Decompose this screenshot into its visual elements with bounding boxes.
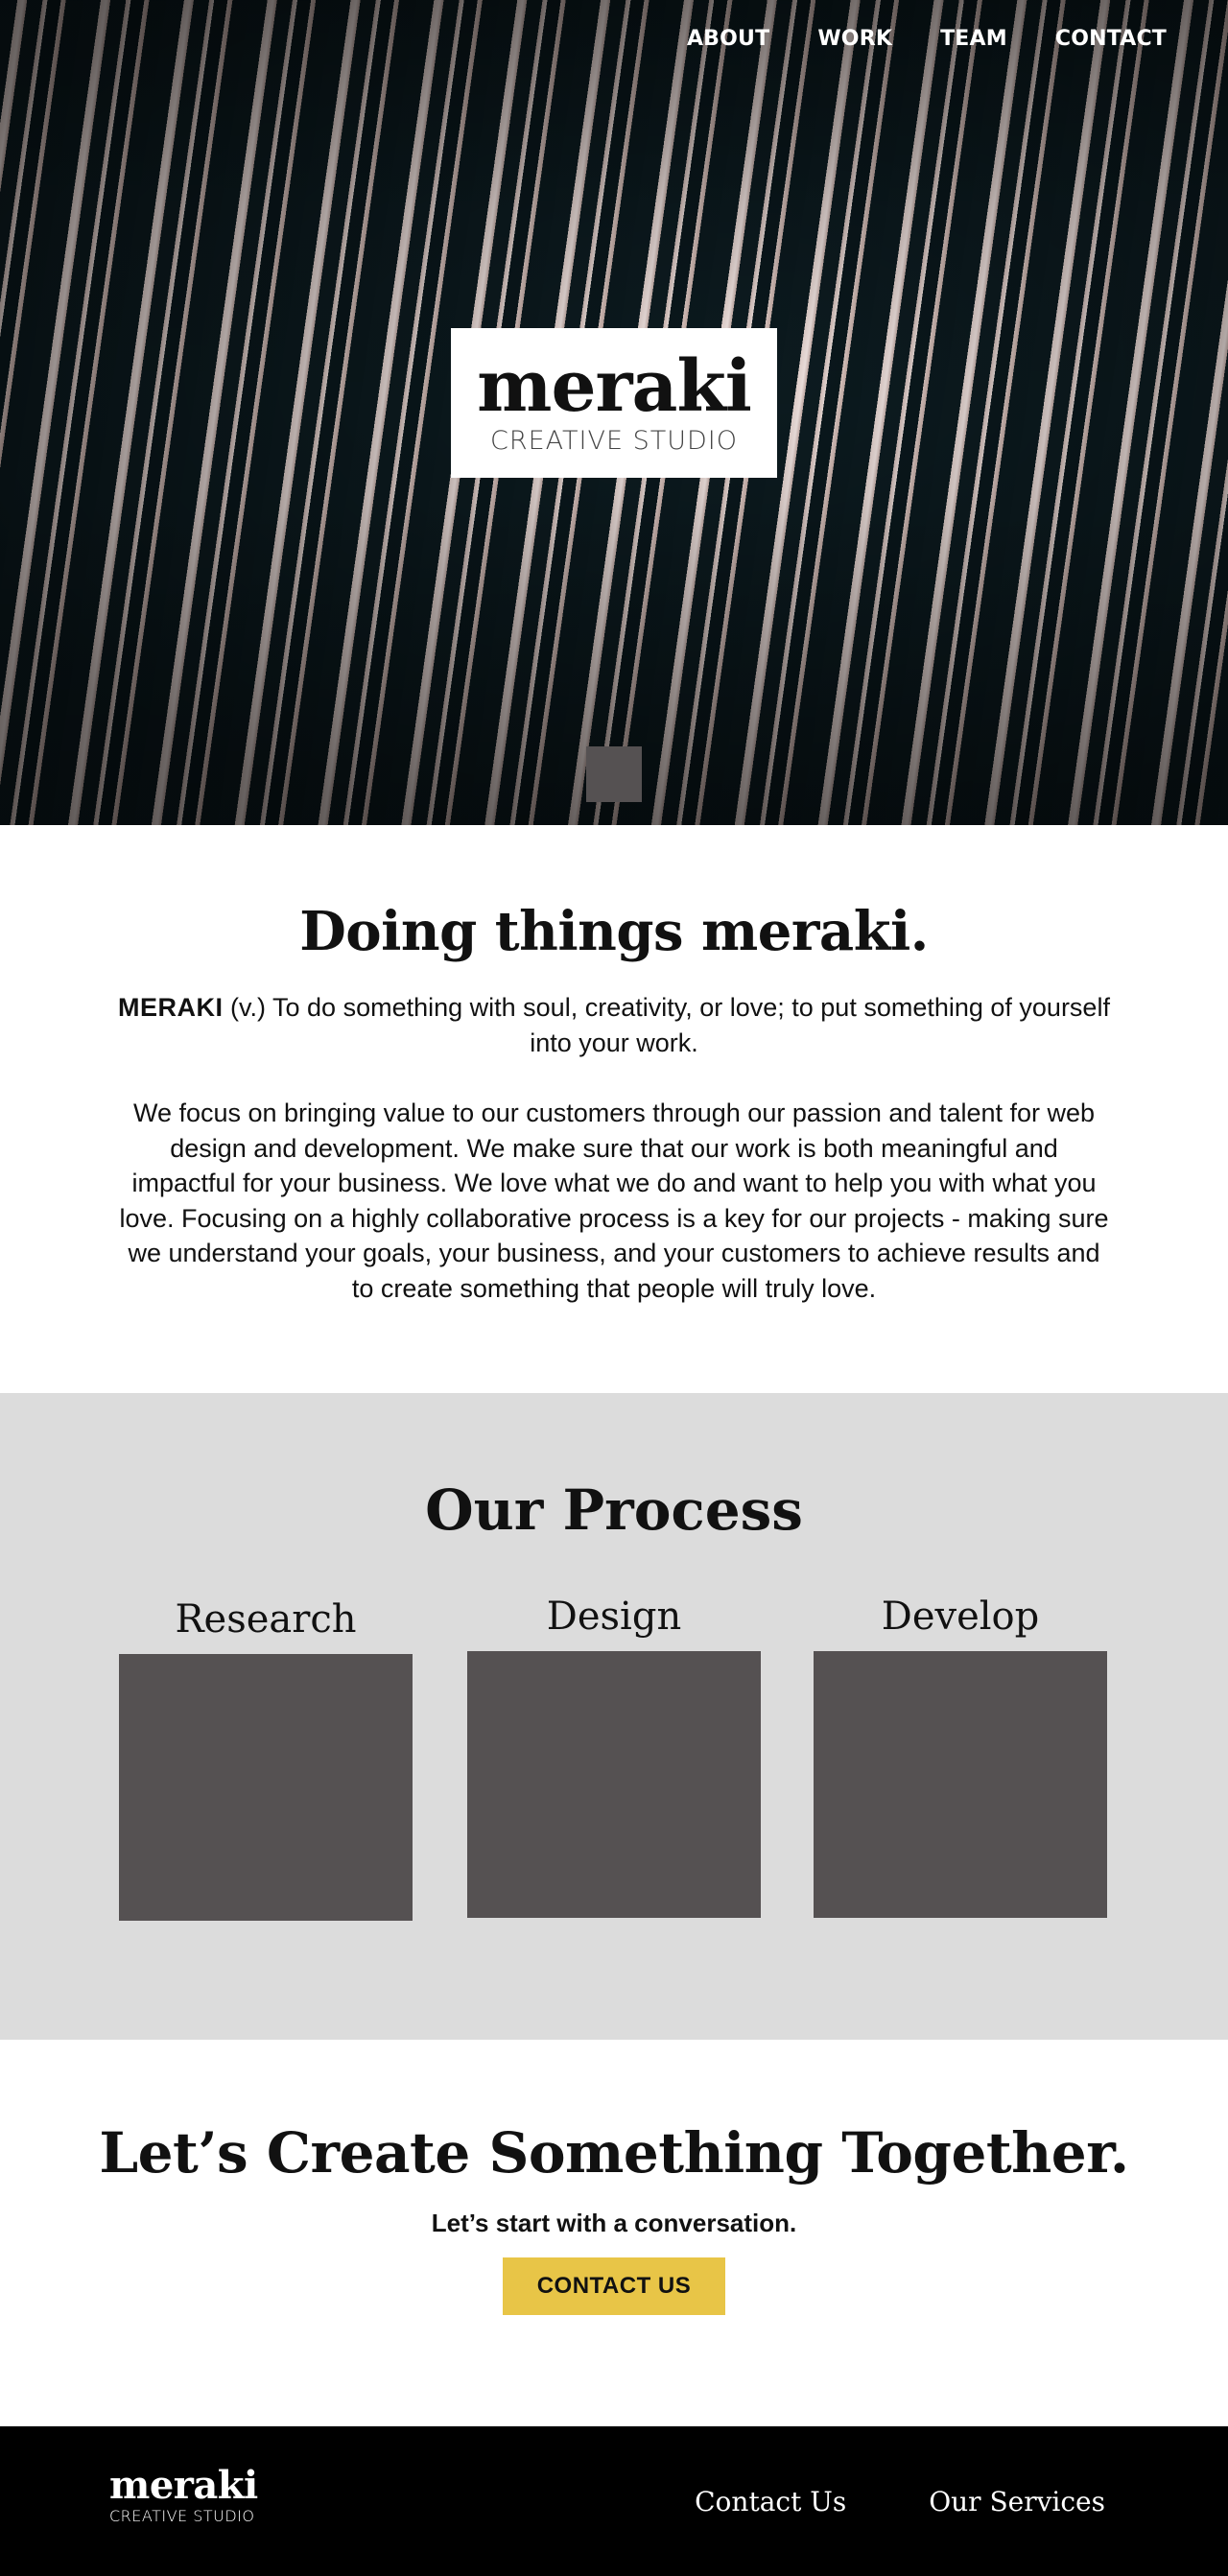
nav-contact-link[interactable]: CONTACT (1055, 27, 1167, 51)
about-section: Doing things meraki. MERAKI (v.) To do s… (0, 825, 1228, 1393)
process-heading: Our Process (425, 1477, 803, 1543)
hero-section: ABOUT WORK TEAM CONTACT meraki CREATIVE … (0, 0, 1228, 825)
process-card-develop: Develop (814, 1590, 1107, 1918)
hero-logo: meraki CREATIVE STUDIO (451, 328, 777, 478)
footer-logo-wordmark: meraki (109, 2463, 258, 2508)
process-card-image (119, 1654, 413, 1921)
cta-section: Let’s Create Something Together. Let’s s… (0, 2040, 1228, 2426)
scroll-down-button[interactable] (586, 746, 642, 802)
footer-services-link[interactable]: Our Services (929, 2486, 1105, 2517)
footer-logo-subtitle: CREATIVE STUDIO (109, 2507, 255, 2525)
cta-heading: Let’s Create Something Together. (99, 2120, 1129, 2186)
cta-subheading: Let’s start with a conversation. (431, 2209, 797, 2237)
meraki-term: MERAKI (118, 993, 224, 1022)
contact-us-button[interactable]: CONTACT US (503, 2257, 725, 2315)
main-nav: ABOUT WORK TEAM CONTACT (687, 27, 1167, 51)
footer-links: Contact Us Our Services (695, 2486, 1105, 2517)
process-cards: Research Design Develop (0, 1593, 1228, 1976)
process-card-title: Develop (881, 1595, 1040, 1639)
logo-subtitle: CREATIVE STUDIO (489, 425, 738, 456)
process-card-design: Design (467, 1590, 761, 1918)
logo-wordmark: meraki (477, 344, 752, 428)
process-card-title: Research (175, 1597, 357, 1642)
definition-text: (v.) To do something with soul, creativi… (223, 993, 1110, 1057)
footer-contact-link[interactable]: Contact Us (695, 2486, 846, 2517)
about-body: We focus on bringing value to our custom… (119, 1099, 1109, 1303)
footer-logo[interactable]: meraki CREATIVE STUDIO (109, 2463, 258, 2526)
nav-about-link[interactable]: ABOUT (687, 27, 769, 51)
process-card-image (467, 1651, 761, 1918)
meraki-definition: MERAKI (v.) To do something with soul, c… (115, 990, 1113, 1061)
site-footer: meraki CREATIVE STUDIO Contact Us Our Se… (0, 2426, 1228, 2576)
nav-team-link[interactable]: TEAM (940, 27, 1007, 51)
process-card-research: Research (119, 1593, 413, 1921)
process-section: Our Process Research Design Develop (0, 1393, 1228, 2040)
nav-work-link[interactable]: WORK (817, 27, 892, 51)
process-card-image (814, 1651, 1107, 1918)
about-heading: Doing things meraki. (299, 900, 929, 963)
process-card-title: Design (546, 1595, 682, 1639)
